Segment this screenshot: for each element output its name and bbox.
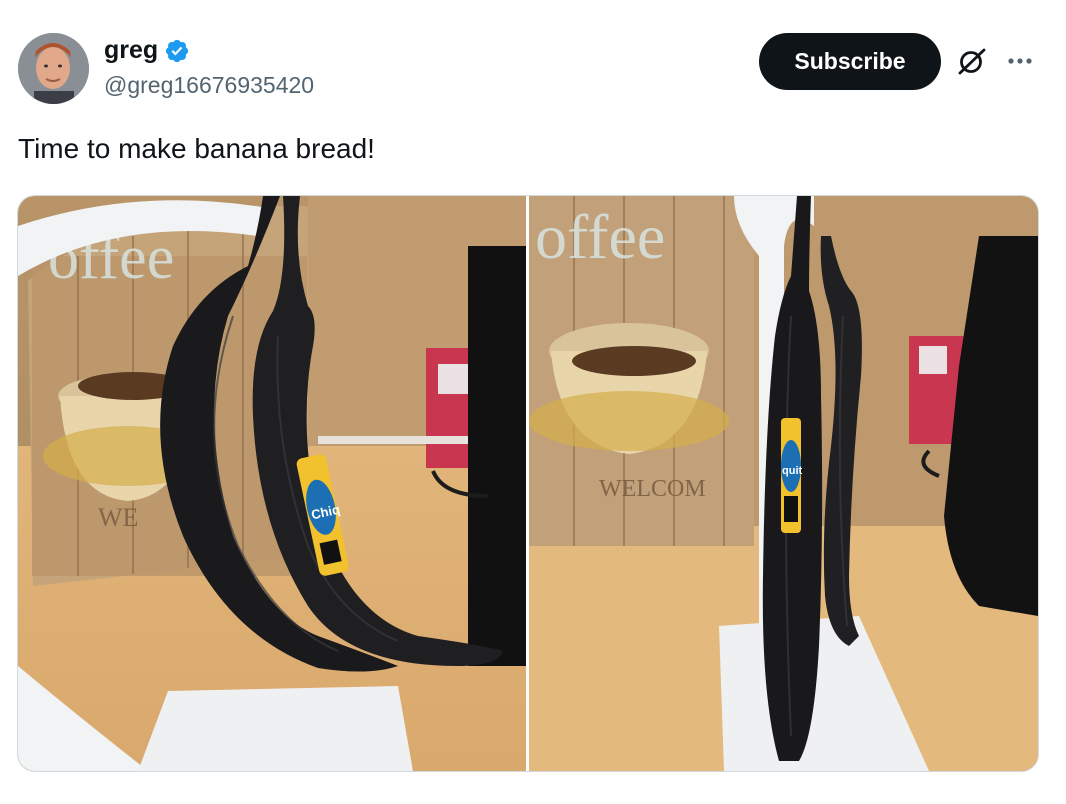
right-sign-top-text: offee — [535, 201, 665, 272]
grok-icon[interactable] — [956, 45, 988, 77]
author-handle[interactable]: @greg16676935420 — [104, 72, 314, 99]
photo-bananas-right: offee WELCOM quit — [529, 196, 1038, 771]
more-options-icon[interactable] — [1005, 50, 1035, 72]
avatar-image — [18, 33, 89, 104]
tweet-text: Time to make banana bread! — [18, 133, 375, 164]
photo-bananas-left: offee WE Chiq — [18, 196, 526, 771]
left-sign-bottom-text: WE — [98, 503, 138, 532]
avatar[interactable] — [18, 33, 89, 104]
photo-left[interactable]: offee WE Chiq — [18, 196, 526, 771]
verified-badge-icon — [166, 39, 189, 62]
author-name[interactable]: greg — [104, 36, 158, 65]
right-sign-bottom-text: WELCOM — [599, 476, 706, 502]
author-name-row[interactable]: greg — [104, 36, 190, 65]
media-grid: offee WE Chiq offee WELCOM quit — [17, 195, 1039, 772]
right-label-text: quit — [782, 465, 802, 477]
photo-right[interactable]: offee WELCOM quit — [529, 196, 1038, 771]
subscribe-button[interactable]: Subscribe — [759, 33, 941, 90]
